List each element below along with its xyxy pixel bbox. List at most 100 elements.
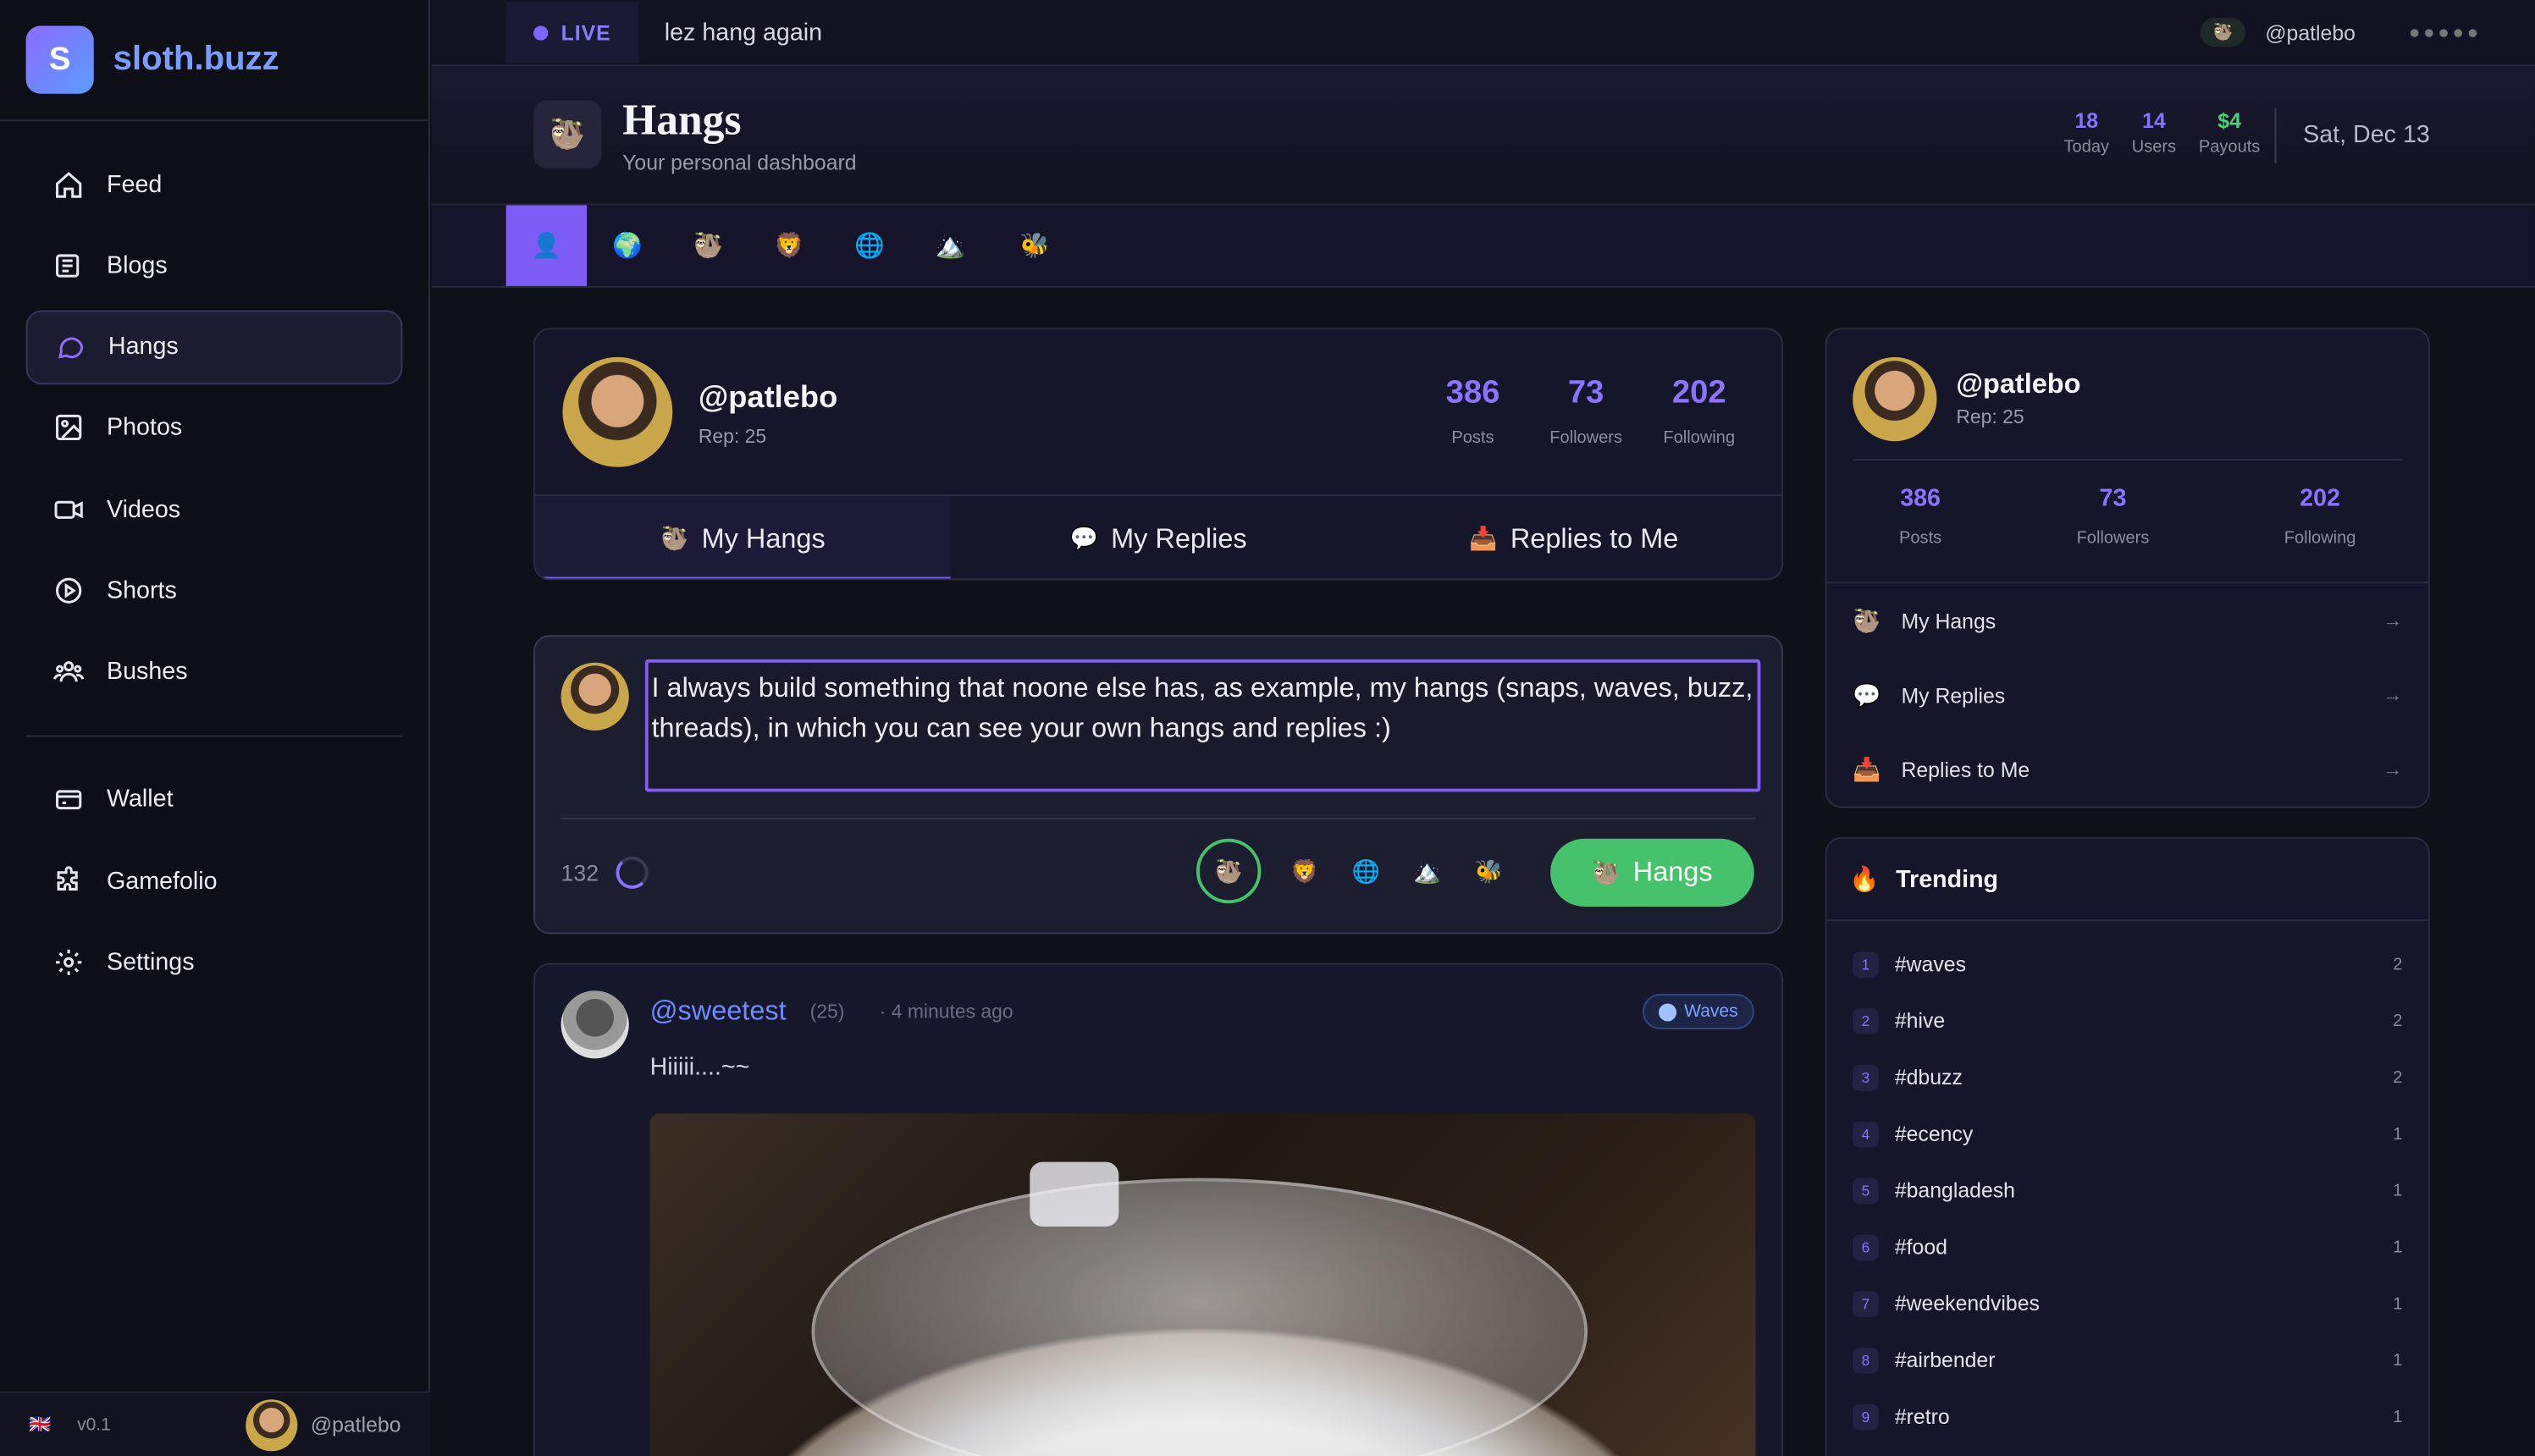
wallet-icon (52, 783, 84, 815)
trending-item[interactable]: 1 #waves 2 (1853, 935, 2402, 992)
tab-profile[interactable]: 👤 (505, 205, 588, 286)
tab-web[interactable]: 🌐 (830, 205, 910, 285)
sidebar-item-bushes[interactable]: Bushes (26, 635, 403, 709)
sidebar-item-label: Wallet (107, 786, 174, 813)
tab-globe[interactable]: 🌍 (587, 205, 667, 285)
tab-my-hangs[interactable]: 🦥 My Hangs (535, 496, 951, 579)
link-replies-to-me[interactable]: 📥 Replies to Me → (1827, 732, 2428, 807)
stat-posts[interactable]: 386 Posts (1899, 485, 1941, 548)
sidebar-item-hangs[interactable]: Hangs (25, 309, 403, 384)
tab-bee[interactable]: 🐝 (994, 205, 1074, 285)
tab-label: Replies to Me (1510, 522, 1679, 554)
button-label: Hangs (1632, 856, 1713, 888)
stat-following[interactable]: 202 Following (2284, 485, 2356, 548)
profile-stats: 386 Posts 73 Followers 202 Following (1843, 485, 2412, 548)
tab-mountain[interactable]: 🏔️ (910, 205, 991, 285)
trending-item[interactable]: 3 #dbuzz 2 (1853, 1049, 2402, 1106)
post-hangs-button[interactable]: 🦥 Hangs (1550, 838, 1754, 907)
trending-item[interactable]: 4 #ecency 1 (1853, 1106, 2402, 1162)
trending-item[interactable]: 6 #food 1 (1853, 1218, 2402, 1275)
header-divider (2274, 108, 2277, 163)
tag-count: 1 (2393, 1349, 2403, 1370)
profile-card: @patlebo Rep: 25 386 Posts 73 Followers 20… (533, 328, 1784, 581)
arrow-right-icon: → (2383, 683, 2403, 707)
link-my-hangs[interactable]: 🦥 My Hangs → (1827, 583, 2428, 658)
post-community-badge[interactable]: Waves (1642, 994, 1754, 1030)
tag-label: #airbender (1894, 1348, 1996, 1372)
brand-name[interactable]: sloth.buzz (113, 41, 279, 80)
sidebar-item-shorts[interactable]: Shorts (26, 554, 403, 628)
sloth-icon: 🦥 (2200, 17, 2246, 47)
trending-item[interactable]: 9 #retro 1 (1853, 1388, 2402, 1445)
top-user[interactable]: 🦥 @patlebo (2200, 17, 2356, 47)
avatar[interactable] (561, 990, 629, 1059)
live-ticker[interactable]: lez hang again (665, 19, 822, 46)
tab-replies-to-me[interactable]: 📥 Replies to Me (1366, 496, 1781, 578)
stat-followers[interactable]: 73 Followers (2077, 485, 2150, 548)
post-image[interactable] (649, 1113, 1756, 1456)
divider (1853, 459, 2403, 461)
tab-sloth[interactable]: 🦥 (668, 205, 748, 285)
footer-user[interactable]: @patlebo (246, 1398, 401, 1451)
sidebar-item-videos[interactable]: Videos (26, 472, 403, 547)
rank-badge: 3 (1853, 1064, 1879, 1090)
sidebar-item-label: Settings (107, 948, 195, 976)
arrow-right-icon: → (2383, 609, 2403, 632)
pick-lion[interactable]: 🦁 (1287, 853, 1323, 889)
trending-item[interactable]: 8 #airbender 1 (1853, 1332, 2402, 1388)
pick-sloth[interactable]: 🦥 (1196, 838, 1262, 904)
tag-count: 1 (2393, 1293, 2403, 1314)
post-username[interactable]: @sweetest (650, 995, 787, 1028)
language-flag-icon[interactable]: 🇬🇧 (29, 1414, 51, 1435)
profile-username[interactable]: @patlebo (1956, 368, 2080, 400)
brand-logo[interactable]: S (25, 25, 94, 94)
stat-followers[interactable]: 73 Followers (1529, 375, 1643, 448)
stat-following[interactable]: 202 Following (1643, 375, 1756, 448)
pick-mountain[interactable]: 🏔️ (1410, 853, 1445, 889)
tag-count: 1 (2393, 1406, 2403, 1426)
live-badge[interactable]: LIVE (505, 1, 639, 63)
brand[interactable]: S sloth.buzz (0, 0, 428, 122)
more-dots-icon[interactable] (2410, 28, 2477, 36)
sidebar-nav: Feed Blogs Hangs Photos Videos Shorts Bu… (0, 121, 428, 999)
profile-tabs: 🦥 My Hangs 💬 My Replies 📥 Replies to Me (535, 494, 1782, 579)
sloth-icon: 🦥 (1853, 606, 1881, 633)
link-my-replies[interactable]: 💬 My Replies → (1827, 658, 2428, 732)
link-label: My Hangs (1901, 608, 1997, 633)
profile-stats: 386 Posts 73 Followers 202 Following (1417, 375, 1756, 448)
stat-label: Today (2063, 137, 2110, 157)
profile-username[interactable]: @patlebo (699, 382, 837, 417)
sidebar-item-blogs[interactable]: Blogs (26, 229, 403, 303)
sidebar-item-label: Hangs (108, 333, 179, 361)
stat-value: 73 (2099, 484, 2127, 513)
tag-count: 1 (2393, 1180, 2403, 1200)
pick-bee[interactable]: 🐝 (1472, 853, 1507, 889)
sidebar-divider (25, 735, 403, 737)
link-label: Replies to Me (1901, 757, 2030, 782)
feed-post: @sweetest (25) · 4 minutes ago Waves Hii… (533, 962, 1784, 1456)
avatar[interactable] (562, 356, 673, 467)
sloth-icon: 🦥 (660, 525, 689, 551)
rank-badge: 4 (1853, 1120, 1879, 1147)
pick-web[interactable]: 🌐 (1348, 853, 1383, 889)
profile-rep: Rep: 25 (698, 425, 767, 448)
stat-label: Following (1663, 427, 1736, 448)
avatar[interactable] (1853, 356, 1937, 442)
stat-label: Posts (1451, 427, 1494, 448)
trending-item[interactable]: 2 #hive 2 (1853, 992, 2402, 1049)
tab-lion[interactable]: 🦁 (748, 205, 829, 285)
sidebar-item-settings[interactable]: Settings (26, 925, 403, 1000)
avatar (246, 1398, 298, 1451)
trending-item[interactable]: 5 #bangladesh 1 (1853, 1162, 2402, 1219)
sidebar-item-wallet[interactable]: Wallet (26, 763, 403, 837)
sidebar-item-feed[interactable]: Feed (26, 147, 403, 222)
compose-input[interactable]: I always build something that noone else… (644, 659, 1761, 792)
link-label: My Replies (1901, 682, 2006, 708)
rank-badge: 9 (1853, 1403, 1879, 1430)
tab-my-replies[interactable]: 💬 My Replies (951, 496, 1367, 578)
sidebar-item-gamefolio[interactable]: Gamefolio (26, 844, 403, 918)
stat-label: Users (2131, 137, 2177, 157)
stat-posts[interactable]: 386 Posts (1417, 375, 1530, 448)
sidebar-item-photos[interactable]: Photos (26, 391, 403, 466)
trending-item[interactable]: 7 #weekendvibes 1 (1853, 1275, 2402, 1332)
